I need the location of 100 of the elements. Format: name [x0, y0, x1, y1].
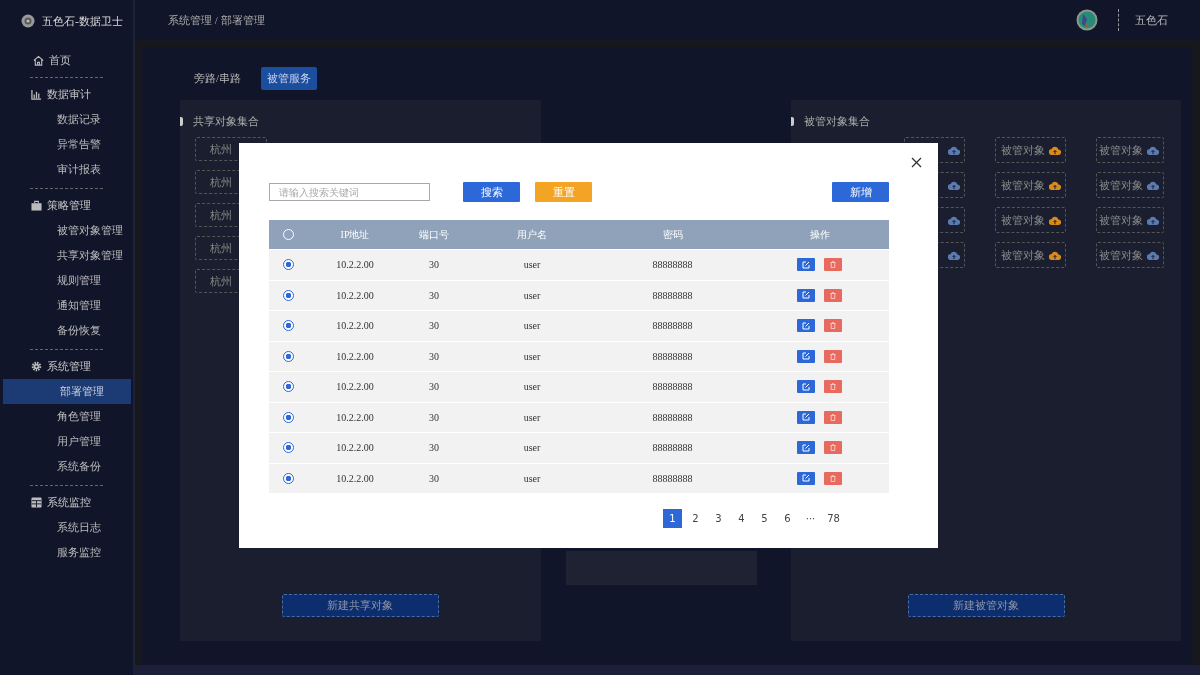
- menu-group[interactable]: 数据审计: [28, 82, 103, 107]
- edit-icon: [802, 321, 810, 330]
- table-cell-text: user: [522, 411, 542, 423]
- table-cell-text: 30: [428, 442, 440, 454]
- radio-button[interactable]: [282, 442, 294, 454]
- menu-group[interactable]: 系统管理: [28, 354, 103, 379]
- menu-group[interactable]: 策略管理: [28, 193, 103, 218]
- page-button[interactable]: 4: [732, 509, 751, 528]
- delete-button[interactable]: [824, 288, 842, 302]
- search-button[interactable]: 搜索: [463, 182, 520, 202]
- table-cell-text: 88888888: [651, 289, 694, 301]
- menu-item[interactable]: 部署管理: [3, 379, 131, 404]
- edit-button[interactable]: [797, 288, 815, 302]
- menu-item[interactable]: 审计报表: [0, 157, 133, 182]
- edit-button[interactable]: [797, 258, 815, 272]
- new-shared-object-button[interactable]: 新建共享对象: [281, 594, 439, 617]
- table-cell-text: user: [522, 472, 542, 484]
- table-cell-text: 30: [428, 411, 440, 423]
- table-cell-text: 30: [428, 289, 440, 301]
- object-tile[interactable]: 被管对象: [1096, 137, 1165, 163]
- edit-button[interactable]: [797, 349, 815, 363]
- panel-title: 共享对象集合: [193, 114, 259, 129]
- table-cell-text: user: [522, 259, 542, 271]
- delete-button[interactable]: [824, 380, 842, 394]
- home-icon: [33, 55, 44, 66]
- delete-button[interactable]: [824, 441, 842, 455]
- menu-item[interactable]: 备份恢复: [0, 318, 133, 343]
- trash-icon: [830, 322, 836, 330]
- page-button[interactable]: 2: [686, 509, 705, 528]
- menu-group[interactable]: 首页: [30, 48, 133, 73]
- user-name[interactable]: 五色石: [1135, 12, 1168, 28]
- table-cell-text: 30: [428, 472, 440, 484]
- table-cell-text: 88888888: [651, 472, 694, 484]
- radio-button[interactable]: [282, 259, 294, 271]
- table-cell-text: 10.2.2.00: [335, 350, 375, 362]
- table-cell-text: 88888888: [651, 320, 694, 332]
- menu-item[interactable]: 异常告警: [0, 132, 133, 157]
- table-cell-text: 30: [428, 381, 440, 393]
- radio-button[interactable]: [282, 472, 294, 484]
- radio-button[interactable]: [282, 381, 294, 393]
- delete-button[interactable]: [824, 349, 842, 363]
- new-managed-object-button[interactable]: 新建被管对象: [907, 594, 1065, 617]
- table-cell-text: 10.2.2.00: [335, 320, 375, 332]
- edit-icon: [802, 352, 810, 361]
- menu-item[interactable]: 角色管理: [0, 404, 133, 429]
- table-cell-text: 10.2.2.00: [335, 381, 375, 393]
- radio-button[interactable]: [282, 350, 294, 362]
- menu-item[interactable]: 系统备份: [0, 454, 133, 479]
- menu-item[interactable]: 规则管理: [0, 268, 133, 293]
- delete-button[interactable]: [824, 471, 842, 485]
- edit-button[interactable]: [797, 319, 815, 333]
- tab[interactable]: 被管服务: [261, 67, 318, 90]
- menu-item[interactable]: 服务监控: [0, 540, 133, 565]
- page-button[interactable]: 78: [824, 509, 843, 528]
- menu-item[interactable]: 被管对象管理: [0, 218, 133, 243]
- menu-item[interactable]: 通知管理: [0, 293, 133, 318]
- table-cell-text: 30: [428, 320, 440, 332]
- page-button[interactable]: 1: [663, 509, 682, 528]
- menu-group[interactable]: 系统监控: [28, 490, 103, 515]
- trash-icon: [830, 383, 836, 391]
- menu-item[interactable]: 系统日志: [0, 515, 133, 540]
- radio-button[interactable]: [282, 320, 294, 332]
- table-icon: [31, 497, 42, 508]
- page-button[interactable]: 3: [709, 509, 728, 528]
- object-tile[interactable]: 被管对象: [1096, 207, 1165, 233]
- edit-button[interactable]: [797, 471, 815, 485]
- avatar-icon[interactable]: [1076, 9, 1098, 31]
- object-tile[interactable]: 被管对象: [995, 207, 1067, 233]
- trash-icon: [830, 261, 836, 269]
- table-cell-text: 88888888: [651, 350, 694, 362]
- object-tile[interactable]: 被管对象: [1096, 242, 1165, 268]
- edit-icon: [802, 260, 810, 269]
- table-cell-text: 88888888: [651, 381, 694, 393]
- object-tile[interactable]: 被管对象: [995, 242, 1067, 268]
- object-tile[interactable]: 被管对象: [995, 172, 1067, 198]
- search-field[interactable]: 请输入搜索关键词: [269, 183, 430, 201]
- page-button[interactable]: ···: [801, 509, 820, 528]
- edit-button[interactable]: [797, 410, 815, 424]
- delete-button[interactable]: [824, 258, 842, 272]
- edit-button[interactable]: [797, 441, 815, 455]
- close-icon[interactable]: [909, 155, 924, 170]
- page-button[interactable]: 5: [755, 509, 774, 528]
- menu-item[interactable]: 数据记录: [0, 107, 133, 132]
- bar-chart-icon: [31, 89, 42, 100]
- page-button[interactable]: 6: [778, 509, 797, 528]
- radio-button[interactable]: [282, 289, 294, 301]
- menu-item[interactable]: 共享对象管理: [0, 243, 133, 268]
- delete-button[interactable]: [824, 319, 842, 333]
- table-cell-text: 10.2.2.00: [335, 289, 375, 301]
- table-cell-text: user: [522, 320, 542, 332]
- object-tile[interactable]: 被管对象: [995, 137, 1067, 163]
- edit-button[interactable]: [797, 380, 815, 394]
- menu-item[interactable]: 用户管理: [0, 429, 133, 454]
- table-cell-text: user: [522, 289, 542, 301]
- add-button[interactable]: 新增: [832, 182, 889, 202]
- tab[interactable]: 旁路/串路: [188, 67, 248, 90]
- trash-icon: [830, 291, 836, 299]
- object-tile[interactable]: 被管对象: [1096, 172, 1165, 198]
- delete-button[interactable]: [824, 410, 842, 424]
- radio-button[interactable]: [282, 411, 294, 423]
